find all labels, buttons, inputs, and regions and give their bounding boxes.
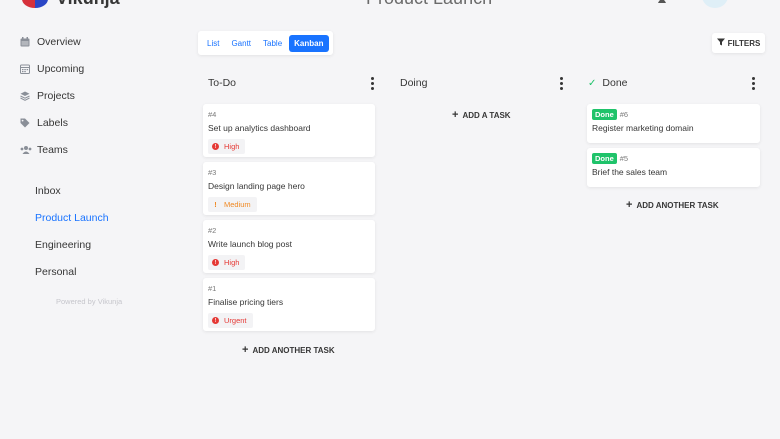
task-id: #1 (208, 284, 217, 293)
double-check-icon: ✓ (588, 77, 597, 89)
priority-medium-icon: ! (214, 200, 217, 209)
priority-badge: ! High (208, 255, 246, 270)
column-header-doing: Doing (400, 73, 563, 93)
nav-item-label: Labels (37, 116, 68, 129)
add-task-label: ADD ANOTHER TASK (252, 346, 335, 355)
nav-item-label: Projects (37, 89, 75, 102)
nav-item-projects[interactable]: Projects (0, 82, 190, 109)
user-avatar[interactable] (702, 0, 728, 8)
add-task-button[interactable]: + ADD A TASK (452, 110, 511, 121)
powered-by[interactable]: Powered by Vikunja (0, 297, 190, 306)
priority-label: High (224, 258, 240, 267)
done-badge: Done (592, 109, 617, 120)
project-item-engineering[interactable]: Engineering (0, 231, 190, 258)
view-table-button[interactable]: Table (258, 35, 287, 52)
view-kanban-button[interactable]: Kanban (289, 34, 329, 52)
view-gantt-button[interactable]: Gantt (226, 35, 256, 52)
priority-badge: ! Medium (208, 197, 257, 212)
column-title: Doing (400, 77, 428, 89)
task-title: Register marketing domain (592, 123, 694, 133)
nav-item-label: Upcoming (37, 62, 85, 75)
column-menu-icon[interactable] (560, 77, 563, 90)
plus-icon: + (626, 199, 633, 211)
column-header-todo: To-Do (208, 73, 374, 93)
priority-badge: ! Urgent (208, 313, 253, 328)
task-title: Finalise pricing tiers (208, 297, 284, 307)
priority-badge: ! High (208, 139, 246, 154)
column-header-done: ✓ Done (588, 73, 755, 93)
task-id: #4 (208, 110, 217, 119)
column-menu-icon[interactable] (752, 77, 755, 90)
calendar-grid-icon (20, 64, 37, 74)
task-card[interactable]: Done #5 Brief the sales team (587, 148, 760, 187)
view-list-button[interactable]: List (202, 35, 224, 52)
task-card[interactable]: #4 Set up analytics dashboard ! High (203, 104, 375, 157)
nav-item-teams[interactable]: Teams (0, 136, 190, 163)
nav-item-overview[interactable]: Overview (0, 28, 190, 55)
task-card[interactable]: #3 Design landing page hero ! Medium (203, 162, 375, 215)
priority-label: Medium (224, 200, 251, 209)
users-icon (20, 145, 37, 155)
sidebar: Overview Upcoming Projects Labels Teams … (0, 28, 190, 306)
filter-icon (716, 38, 725, 48)
task-card[interactable]: #2 Write launch blog post ! High (203, 220, 375, 273)
priority-label: High (224, 142, 240, 151)
task-id: #2 (208, 226, 217, 235)
task-title: Design landing page hero (208, 181, 305, 191)
add-task-label: ADD A TASK (462, 111, 511, 120)
add-another-task-button[interactable]: + ADD ANOTHER TASK (242, 345, 335, 356)
project-item-personal[interactable]: Personal (0, 258, 190, 285)
filters-button[interactable]: FILTERS (712, 33, 765, 53)
page-title: Product Launch (366, 0, 492, 9)
calendar-icon (20, 36, 37, 47)
column-title: Done (602, 77, 628, 89)
add-another-task-button[interactable]: + ADD ANOTHER TASK (626, 200, 719, 211)
priority-urgent-icon: ! (212, 317, 219, 324)
task-id-row: Done #5 (592, 153, 755, 164)
task-id: #5 (619, 154, 629, 163)
plus-icon: + (452, 109, 459, 121)
project-list: Inbox Product Launch Engineering Persona… (0, 177, 190, 285)
column-menu-icon[interactable] (371, 77, 374, 90)
priority-high-icon: ! (212, 259, 219, 266)
task-title: Write launch blog post (208, 239, 292, 249)
nav-item-labels[interactable]: Labels (0, 109, 190, 136)
project-item-inbox[interactable]: Inbox (0, 177, 190, 204)
task-id: #3 (208, 168, 217, 177)
task-title: Set up analytics dashboard (208, 123, 311, 133)
column-title: To-Do (208, 77, 237, 89)
nav-item-upcoming[interactable]: Upcoming (0, 55, 190, 82)
notifications-icon[interactable] (656, 0, 668, 8)
filters-label: FILTERS (727, 38, 761, 48)
tags-icon (20, 118, 37, 128)
vikunja-logo[interactable] (22, 0, 48, 8)
nav-item-label: Overview (37, 35, 81, 48)
layers-icon (20, 91, 37, 101)
task-card[interactable]: Done #6 Register marketing domain (587, 104, 760, 143)
priority-high-icon: ! (212, 143, 219, 150)
task-title: Brief the sales team (592, 167, 668, 177)
nav-item-label: Teams (37, 143, 68, 156)
project-item-product-launch[interactable]: Product Launch (0, 204, 190, 231)
task-card[interactable]: #1 Finalise pricing tiers ! Urgent (203, 278, 375, 331)
plus-icon: + (242, 344, 249, 356)
brand-name: Vikunja (56, 0, 120, 9)
done-badge: Done (592, 153, 617, 164)
view-switcher: List Gantt Table Kanban (198, 31, 333, 55)
task-id: #6 (619, 110, 629, 119)
add-task-label: ADD ANOTHER TASK (636, 201, 719, 210)
task-id-row: Done #6 (592, 109, 755, 120)
priority-label: Urgent (224, 316, 247, 325)
